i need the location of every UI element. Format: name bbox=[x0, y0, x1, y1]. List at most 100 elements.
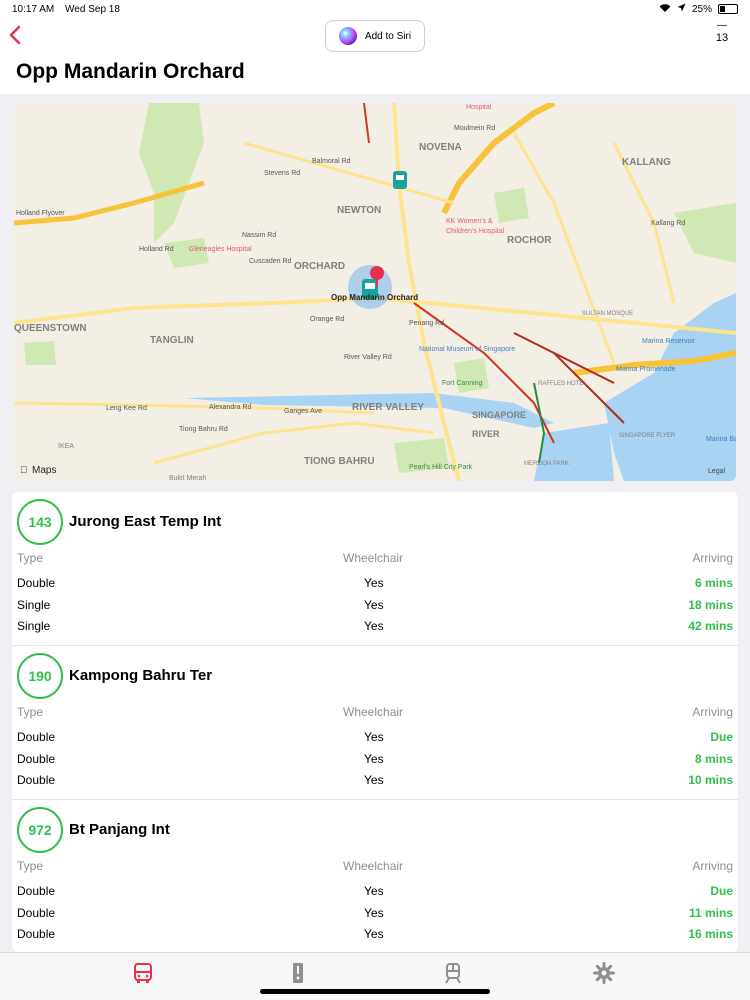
map-label: Alexandra Rd bbox=[209, 404, 252, 411]
bus-row: Double Yes 16 mins bbox=[12, 927, 738, 947]
column-arriving: Arriving bbox=[692, 551, 733, 565]
map-label: RAFFLES HOTEL bbox=[538, 381, 587, 387]
map-label: Marina Promenade bbox=[616, 366, 676, 373]
map-label: MERLION PARK bbox=[524, 461, 569, 467]
gear-icon bbox=[593, 962, 615, 984]
map-label: SINGAPORE bbox=[472, 410, 526, 420]
calendar-icon: ― bbox=[717, 20, 727, 31]
location-icon bbox=[677, 3, 686, 15]
map-view[interactable]: NOVENA KALLANG NEWTON ROCHOR ORCHARD TAN… bbox=[14, 103, 736, 481]
map-park bbox=[454, 358, 489, 393]
maps-logo:  bbox=[20, 465, 28, 476]
map-label: Moulmein Rd bbox=[454, 125, 495, 132]
bus-arriving: 8 mins bbox=[694, 752, 733, 766]
map-label: Ganges Ave bbox=[284, 408, 322, 415]
service-row-2[interactable]: 972 Bt Panjang Int Type Wheelchair Arriv… bbox=[12, 800, 738, 952]
calendar-button[interactable]: ― 13 bbox=[711, 20, 733, 48]
column-wheelchair: Wheelchair bbox=[343, 551, 404, 565]
map-label: Cuscaden Rd bbox=[249, 258, 292, 265]
tab-trains[interactable] bbox=[441, 961, 465, 985]
route-badge[interactable]: 190 bbox=[17, 653, 63, 699]
bus-wheelchair: Yes bbox=[364, 773, 384, 787]
bus-stop-marker[interactable] bbox=[393, 171, 407, 189]
column-wheelchair: Wheelchair bbox=[343, 859, 404, 873]
column-type: Type bbox=[17, 859, 44, 873]
map-label: Stevens Rd bbox=[264, 170, 300, 177]
map-label: RIVER bbox=[472, 429, 500, 439]
map-label: NEWTON bbox=[337, 205, 381, 216]
bus-type: Double bbox=[17, 773, 56, 787]
map-label: ROCHOR bbox=[507, 235, 552, 246]
service-row-0[interactable]: 143 Jurong East Temp Int Type Wheelchair… bbox=[12, 492, 738, 646]
bus-row: Single Yes 42 mins bbox=[12, 619, 738, 639]
battery-percent: 25% bbox=[691, 3, 712, 15]
tab-bus[interactable] bbox=[131, 961, 155, 985]
maps-brand: Maps bbox=[32, 465, 56, 476]
service-destination: Bt Panjang Int bbox=[69, 821, 170, 838]
bus-type: Double bbox=[17, 906, 56, 920]
map-label: Holland Flyover bbox=[16, 210, 65, 217]
add-to-siri-button[interactable]: Add to Siri bbox=[325, 20, 425, 52]
map-label: Pearl's Hill City Park bbox=[409, 464, 473, 471]
bus-arriving: Due bbox=[710, 730, 733, 744]
column-arriving: Arriving bbox=[692, 859, 733, 873]
back-button[interactable] bbox=[8, 24, 32, 48]
page-title-bar: Opp Mandarin Orchard bbox=[0, 54, 750, 94]
bus-arriving: 10 mins bbox=[688, 773, 733, 787]
map-canvas[interactable]: NOVENA KALLANG NEWTON ROCHOR ORCHARD TAN… bbox=[14, 103, 736, 481]
pin-label: Opp Mandarin Orchard bbox=[331, 293, 418, 302]
nav-bar: Add to Siri ― 13 bbox=[0, 18, 750, 54]
chevron-left-icon bbox=[9, 25, 21, 45]
bus-wheelchair: Yes bbox=[364, 619, 384, 633]
tab-bus-stops[interactable] bbox=[286, 961, 310, 985]
bus-arriving: 16 mins bbox=[688, 927, 733, 941]
bus-icon bbox=[134, 963, 152, 983]
map-label: Marina Bay bbox=[706, 436, 736, 443]
column-type: Type bbox=[17, 551, 44, 565]
bus-type: Single bbox=[17, 598, 51, 612]
bus-wheelchair: Yes bbox=[364, 752, 384, 766]
route-badge[interactable]: 143 bbox=[17, 499, 63, 545]
current-stop-pin[interactable] bbox=[348, 265, 392, 309]
status-time: 10:17 AM bbox=[12, 3, 55, 15]
bus-wheelchair: Yes bbox=[364, 884, 384, 898]
route-badge[interactable]: 972 bbox=[17, 807, 63, 853]
column-type: Type bbox=[17, 705, 44, 719]
wifi-icon bbox=[659, 3, 671, 16]
bus-stop-icon bbox=[293, 963, 303, 983]
map-label: TANGLIN bbox=[150, 335, 194, 346]
map-label: SULTAN MOSQUE bbox=[582, 311, 633, 317]
map-label: Children's Hospital bbox=[446, 228, 505, 235]
bus-wheelchair: Yes bbox=[364, 906, 384, 920]
service-row-1[interactable]: 190 Kampong Bahru Ter Type Wheelchair Ar… bbox=[12, 646, 738, 800]
map-label: NOVENA bbox=[419, 142, 462, 153]
home-indicator[interactable] bbox=[260, 989, 490, 994]
status-date: Wed Sep 18 bbox=[65, 3, 120, 15]
siri-icon bbox=[338, 27, 357, 45]
bus-arriving: 11 mins bbox=[688, 906, 733, 920]
bus-type: Double bbox=[17, 927, 56, 941]
bus-row: Double Yes 10 mins bbox=[12, 773, 738, 793]
train-icon bbox=[445, 963, 461, 984]
map-label: Tiong Bahru Rd bbox=[179, 426, 228, 433]
arrivals-list: 143 Jurong East Temp Int Type Wheelchair… bbox=[12, 492, 738, 952]
column-wheelchair: Wheelchair bbox=[343, 705, 404, 719]
map-label: Nassim Rd bbox=[242, 232, 276, 239]
map-label: SINGAPORE FLYER bbox=[619, 433, 676, 439]
apple-icon:  bbox=[20, 465, 28, 476]
status-right: 25% bbox=[659, 3, 738, 16]
map-label: RIVER VALLEY bbox=[352, 402, 424, 413]
map-label: National Museum of Singapore bbox=[419, 346, 515, 353]
map-label: Bukit Merah bbox=[169, 475, 206, 481]
tab-settings[interactable] bbox=[592, 961, 616, 985]
map-label: Hospital bbox=[466, 104, 492, 111]
map-label: KK Women's & bbox=[446, 218, 493, 225]
map-label: River Valley Rd bbox=[344, 354, 392, 361]
status-left: 10:17 AM Wed Sep 18 bbox=[12, 4, 128, 15]
bus-type: Single bbox=[17, 619, 51, 633]
map-label: Gleneagles Hospital bbox=[189, 246, 252, 253]
map-park bbox=[494, 188, 529, 223]
service-destination: Kampong Bahru Ter bbox=[69, 667, 213, 684]
bus-type: Double bbox=[17, 576, 56, 590]
legal-link[interactable]: Legal bbox=[708, 468, 726, 475]
